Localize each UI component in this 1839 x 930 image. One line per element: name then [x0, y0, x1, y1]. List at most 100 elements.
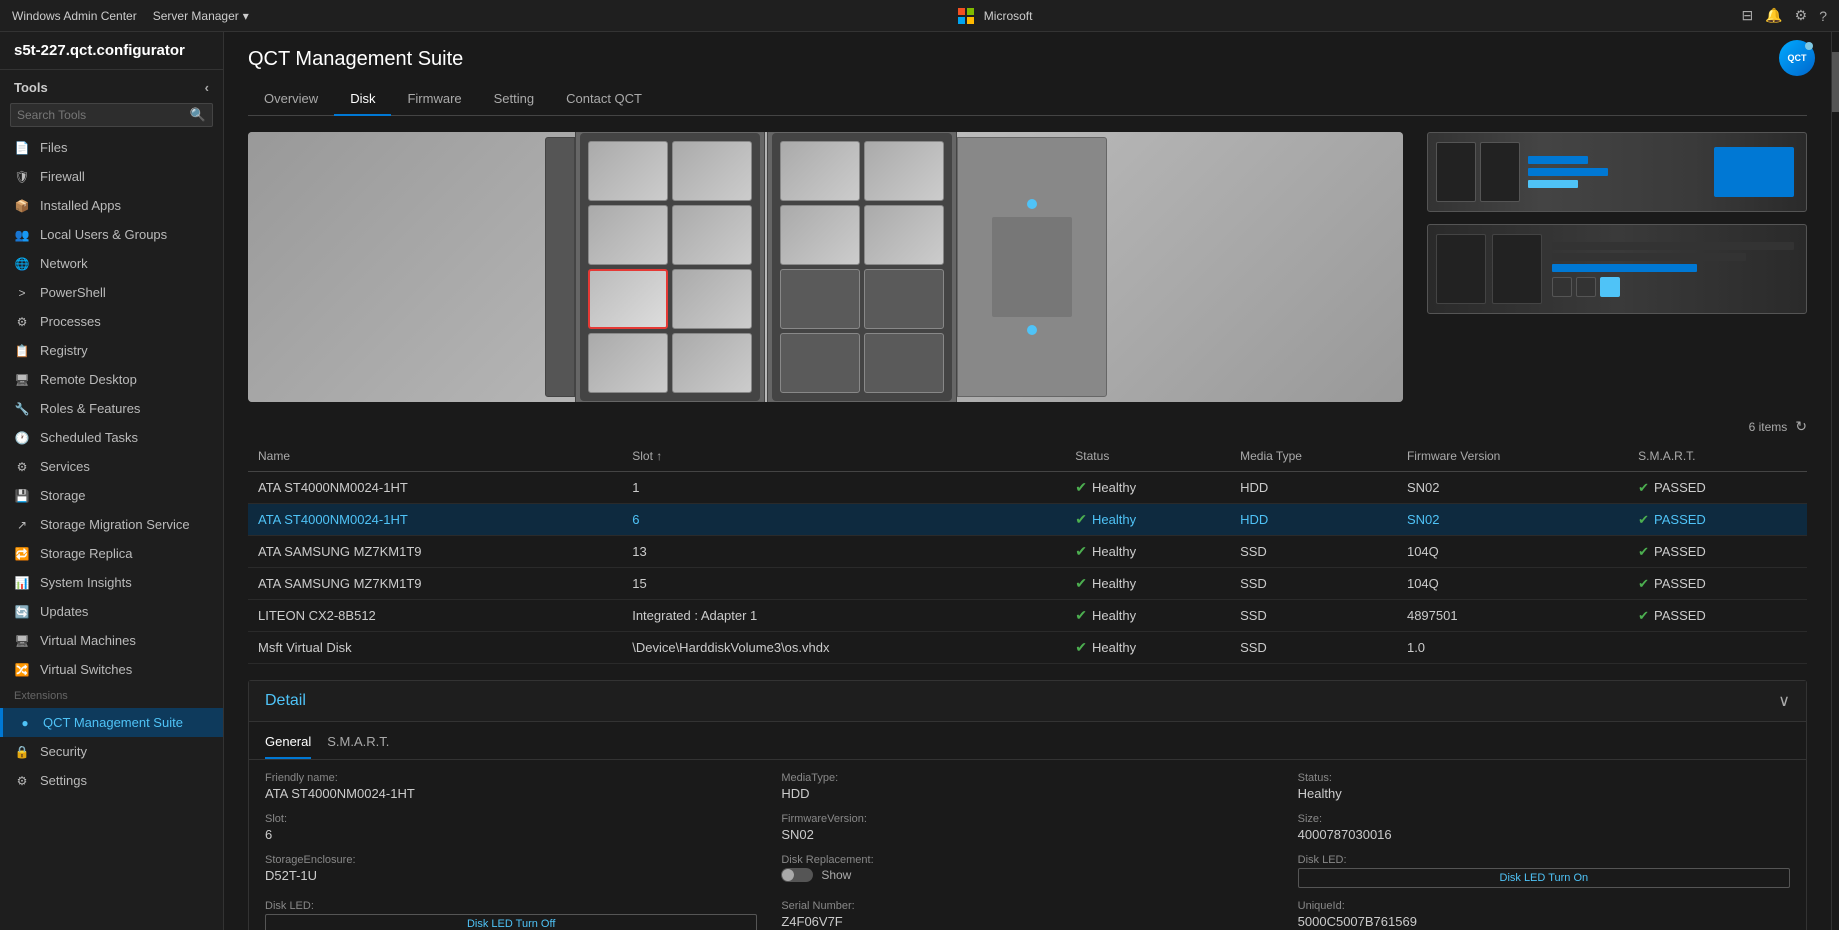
tab-firmware[interactable]: Firmware: [391, 83, 477, 116]
disk-led-turn-off-button[interactable]: Disk LED Turn Off: [265, 914, 757, 930]
nav-label-powershell: PowerShell: [40, 285, 106, 300]
server-diagram-main[interactable]: [248, 132, 1403, 402]
table-row[interactable]: ATA ST4000NM0024-1HT1✔HealthyHDDSN02✔PAS…: [248, 472, 1807, 504]
detail-expand-button[interactable]: ∨: [1778, 691, 1790, 711]
detail-title: Detail: [265, 692, 306, 710]
table-row[interactable]: ATA SAMSUNG MZ7KM1T915✔HealthySSD104Q✔PA…: [248, 568, 1807, 600]
table-row[interactable]: ATA ST4000NM0024-1HT6✔HealthyHDDSN02✔PAS…: [248, 504, 1807, 536]
cell-smart-1: ✔PASSED: [1628, 504, 1807, 536]
nav-label-storage-migration: Storage Migration Service: [40, 517, 190, 532]
sidebar-item-processes[interactable]: ⚙Processes: [0, 307, 223, 336]
sidebar-item-system-insights[interactable]: 📊System Insights: [0, 568, 223, 597]
drive-slot-5-selected[interactable]: [588, 269, 668, 329]
cell-smart-5: [1628, 632, 1807, 664]
sidebar-item-storage[interactable]: 💾Storage: [0, 481, 223, 510]
drive-slot-2[interactable]: [672, 141, 752, 201]
disk-table: Name Slot Status Media Type Firmware Ver…: [248, 441, 1807, 664]
sidebar-item-qct[interactable]: ●QCT Management Suite: [0, 708, 223, 737]
cell-smart-3: ✔PASSED: [1628, 568, 1807, 600]
cell-firmware-2: 104Q: [1397, 536, 1628, 568]
sidebar-item-remote-desktop[interactable]: 🖥Remote Desktop: [0, 365, 223, 394]
sidebar-item-settings[interactable]: ⚙Settings: [0, 766, 223, 795]
settings-icon[interactable]: ⚙: [1795, 7, 1808, 24]
status-text: Healthy: [1092, 544, 1136, 559]
notification-icon[interactable]: 🔔: [1765, 7, 1782, 24]
collapse-sidebar-button[interactable]: ‹: [205, 80, 209, 95]
col-name[interactable]: Name: [248, 441, 622, 472]
disk-name-link-1[interactable]: ATA ST4000NM0024-1HT: [258, 512, 408, 527]
col-slot[interactable]: Slot: [622, 441, 1065, 472]
sidebar-item-installed-apps[interactable]: 📦Installed Apps: [0, 191, 223, 220]
nav-icon-remote-desktop: 🖥: [14, 373, 30, 387]
nav-icon-files: 📄: [14, 141, 30, 155]
server-name: s5t-227.qct.configurator: [0, 32, 223, 70]
cell-name-1: ATA ST4000NM0024-1HT: [248, 504, 622, 536]
smart-text: PASSED: [1654, 512, 1706, 527]
nav-label-registry: Registry: [40, 343, 88, 358]
search-tools-input[interactable]: [17, 104, 190, 126]
sidebar-item-updates[interactable]: 🔄Updates: [0, 597, 223, 626]
drive-slot-13-empty[interactable]: [780, 269, 860, 329]
table-row[interactable]: Msft Virtual Disk\Device\HarddiskVolume3…: [248, 632, 1807, 664]
sidebar-item-services[interactable]: ⚙Services: [0, 452, 223, 481]
sidebar-item-scheduled-tasks[interactable]: 🕐Scheduled Tasks: [0, 423, 223, 452]
drive-slot-7[interactable]: [588, 333, 668, 393]
drive-slot-3[interactable]: [588, 205, 668, 265]
tab-disk[interactable]: Disk: [334, 83, 391, 116]
drive-slot-14-empty[interactable]: [864, 269, 944, 329]
help-icon[interactable]: ?: [1819, 8, 1827, 24]
sidebar-item-security[interactable]: 🔒Security: [0, 737, 223, 766]
tab-contact-qct[interactable]: Contact QCT: [550, 83, 658, 116]
cell-slot-4: Integrated : Adapter 1: [622, 600, 1065, 632]
col-smart[interactable]: S.M.A.R.T.: [1628, 441, 1807, 472]
server-manager-menu[interactable]: Server Manager ▾: [153, 9, 249, 23]
sidebar-item-network[interactable]: 🌐Network: [0, 249, 223, 278]
scrollbar[interactable]: [1831, 32, 1839, 930]
sidebar-item-storage-migration[interactable]: ↗Storage Migration Service: [0, 510, 223, 539]
status-text: Healthy: [1092, 480, 1136, 495]
drive-slot-12[interactable]: [864, 205, 944, 265]
sidebar-item-local-users[interactable]: 👥Local Users & Groups: [0, 220, 223, 249]
refresh-icon[interactable]: ↻: [1795, 418, 1807, 435]
drive-slot-11[interactable]: [780, 205, 860, 265]
drive-slot-6[interactable]: [672, 269, 752, 329]
nav-label-processes: Processes: [40, 314, 101, 329]
item-count: 6 items: [1749, 420, 1788, 434]
app-title[interactable]: Windows Admin Center: [12, 9, 137, 23]
sidebar-item-roles-features[interactable]: 🔧Roles & Features: [0, 394, 223, 423]
sidebar-item-virtual-switches[interactable]: 🔀Virtual Switches: [0, 655, 223, 684]
drive-slot-8[interactable]: [672, 333, 752, 393]
sidebar-item-registry[interactable]: 📋 Registry: [0, 336, 223, 365]
sidebar-item-files[interactable]: 📄Files: [0, 133, 223, 162]
disk-replacement-toggle-track[interactable]: [781, 868, 813, 882]
tab-overview[interactable]: Overview: [248, 83, 334, 116]
detail-size: Size: 4000787030016: [1298, 813, 1790, 842]
col-firmware[interactable]: Firmware Version: [1397, 441, 1628, 472]
table-row[interactable]: LITEON CX2-8B512Integrated : Adapter 1✔H…: [248, 600, 1807, 632]
cell-media-4: SSD: [1230, 600, 1397, 632]
detail-tab-general[interactable]: General: [265, 730, 311, 759]
drive-slot-1[interactable]: [588, 141, 668, 201]
drive-slot-10[interactable]: [864, 141, 944, 201]
col-status[interactable]: Status: [1065, 441, 1230, 472]
drive-slot-16-empty[interactable]: [864, 333, 944, 393]
drive-slot-15-empty[interactable]: [780, 333, 860, 393]
sidebar: s5t-227.qct.configurator Tools ‹ 🔍 📄File…: [0, 32, 224, 930]
col-media-type[interactable]: Media Type: [1230, 441, 1397, 472]
minimize-icon[interactable]: ⊟: [1741, 7, 1753, 24]
table-row[interactable]: ATA SAMSUNG MZ7KM1T913✔HealthySSD104Q✔PA…: [248, 536, 1807, 568]
page-title: QCT Management Suite: [248, 48, 1807, 71]
nav-label-settings: Settings: [40, 773, 87, 788]
sidebar-item-powershell[interactable]: >PowerShell: [0, 278, 223, 307]
topbar-right: ⊟ 🔔 ⚙ ?: [1741, 7, 1827, 24]
scrollbar-thumb[interactable]: [1832, 52, 1839, 112]
sidebar-item-firewall[interactable]: 🛡Firewall: [0, 162, 223, 191]
detail-tab-smart[interactable]: S.M.A.R.T.: [327, 730, 389, 759]
drive-slot-4[interactable]: [672, 205, 752, 265]
sidebar-item-virtual-machines[interactable]: 🖥Virtual Machines: [0, 626, 223, 655]
drive-slot-9[interactable]: [780, 141, 860, 201]
tab-setting[interactable]: Setting: [478, 83, 550, 116]
sidebar-item-storage-replica[interactable]: 🔁Storage Replica: [0, 539, 223, 568]
nav-icon-registry: 📋: [14, 344, 30, 358]
disk-led-turn-on-button[interactable]: Disk LED Turn On: [1298, 868, 1790, 888]
